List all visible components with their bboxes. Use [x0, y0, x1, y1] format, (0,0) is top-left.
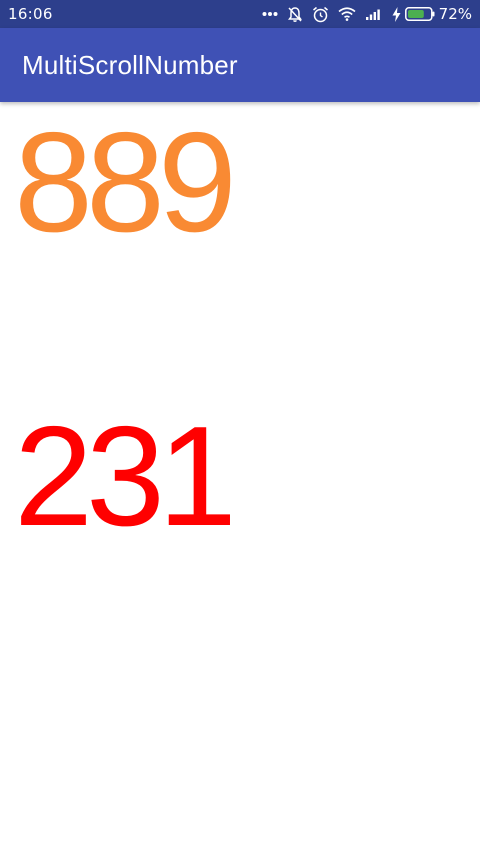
status-time: 16:06	[8, 5, 53, 23]
battery-percent: 72%	[438, 5, 472, 23]
scroll-number-orange: 889	[14, 103, 237, 262]
app-title: MultiScrollNumber	[22, 49, 238, 80]
status-bar: 16:06 72%	[0, 0, 480, 28]
app-bar: MultiScrollNumber	[0, 28, 480, 102]
signal-icon	[365, 7, 383, 21]
battery-indicator: 72%	[392, 5, 472, 23]
battery-icon	[404, 7, 435, 21]
scroll-number-red: 231	[14, 397, 237, 556]
status-icons: 72%	[262, 5, 472, 23]
more-dots-icon	[262, 11, 278, 17]
mute-bell-icon	[287, 6, 303, 23]
wifi-icon	[338, 7, 356, 21]
charging-bolt-icon	[392, 6, 401, 22]
alarm-clock-icon	[312, 6, 329, 23]
